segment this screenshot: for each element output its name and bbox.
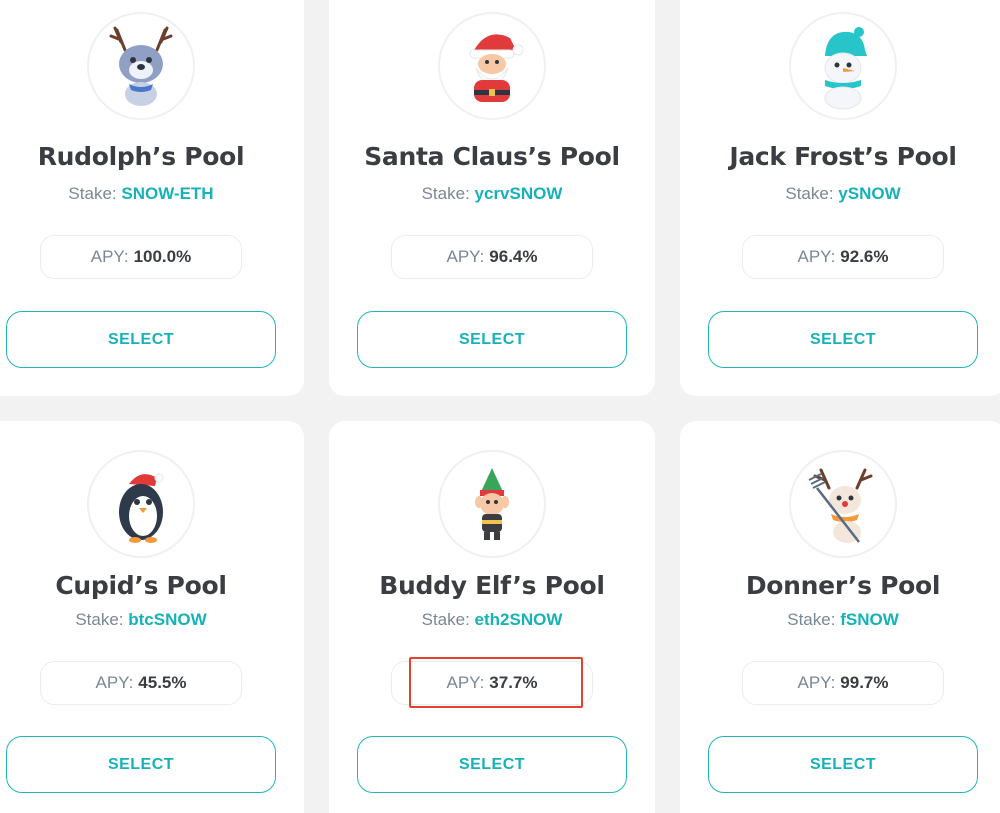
stake-token: ycrvSNOW (474, 184, 563, 203)
pool-name: Donner’s Pool (745, 571, 941, 600)
stake-label: Stake: (75, 610, 124, 629)
select-button[interactable]: SELECT (708, 736, 978, 793)
santa-icon (438, 12, 546, 120)
pool-name: Buddy Elf’s Pool (379, 571, 605, 600)
stake-label: Stake: (787, 610, 836, 629)
pool-name: Cupid’s Pool (55, 571, 227, 600)
snowman-icon (789, 12, 897, 120)
reindeer-icon (87, 12, 195, 120)
select-button[interactable]: SELECT (357, 311, 627, 368)
donner-reindeer-icon (789, 450, 897, 558)
select-button[interactable]: SELECT (6, 311, 276, 368)
select-button[interactable]: SELECT (708, 311, 978, 368)
stake-label: Stake: (68, 184, 117, 203)
apy-value: 92.6% (840, 247, 889, 266)
apy-badge: APY: 45.5% (40, 661, 242, 705)
stake-label: Stake: (421, 184, 470, 203)
select-button[interactable]: SELECT (357, 736, 627, 793)
apy-label: APY: (797, 247, 836, 266)
apy-value: 100.0% (133, 247, 192, 266)
apy-badge: APY: 37.7% (391, 661, 593, 705)
apy-label: APY: (797, 673, 836, 692)
stake-line: Stake: eth2SNOW (329, 610, 655, 630)
apy-badge: APY: 96.4% (391, 235, 593, 279)
pool-card-donner: Donner’s Pool Stake: fSNOW APY: 99.7% SE… (680, 421, 1000, 813)
elf-icon (438, 450, 546, 558)
pool-card-cupid: Cupid’s Pool Stake: btcSNOW APY: 45.5% S… (0, 421, 304, 813)
pool-name: Rudolph’s Pool (37, 142, 245, 171)
pool-card-jack-frost: Jack Frost’s Pool Stake: ySNOW APY: 92.6… (680, 0, 1000, 396)
apy-label: APY: (446, 247, 485, 266)
pool-card-santa: Santa Claus’s Pool Stake: ycrvSNOW APY: … (329, 0, 655, 396)
stake-token: fSNOW (840, 610, 899, 629)
penguin-icon (87, 450, 195, 558)
pool-card-rudolph: Rudolph’s Pool Stake: SNOW-ETH APY: 100.… (0, 0, 304, 396)
apy-badge: APY: 100.0% (40, 235, 242, 279)
apy-value: 99.7% (840, 673, 889, 692)
apy-value: 45.5% (138, 673, 187, 692)
apy-badge: APY: 99.7% (742, 661, 944, 705)
stake-token: btcSNOW (128, 610, 207, 629)
stake-line: Stake: ycrvSNOW (329, 184, 655, 204)
stake-line: Stake: SNOW-ETH (0, 184, 304, 204)
pool-card-buddy-elf: Buddy Elf’s Pool Stake: eth2SNOW APY: 37… (329, 421, 655, 813)
apy-label: APY: (90, 247, 129, 266)
apy-value: 96.4% (489, 247, 538, 266)
select-button[interactable]: SELECT (6, 736, 276, 793)
stake-line: Stake: fSNOW (680, 610, 1000, 630)
stake-label: Stake: (785, 184, 834, 203)
pool-name: Jack Frost’s Pool (729, 142, 957, 171)
apy-label: APY: (95, 673, 134, 692)
stake-line: Stake: ySNOW (680, 184, 1000, 204)
pool-name: Santa Claus’s Pool (364, 142, 620, 171)
stake-token: SNOW-ETH (121, 184, 214, 203)
apy-label: APY: (446, 673, 485, 692)
stake-token: eth2SNOW (474, 610, 563, 629)
stake-token: ySNOW (838, 184, 901, 203)
apy-value: 37.7% (489, 673, 538, 692)
apy-badge: APY: 92.6% (742, 235, 944, 279)
stake-line: Stake: btcSNOW (0, 610, 304, 630)
stake-label: Stake: (421, 610, 470, 629)
